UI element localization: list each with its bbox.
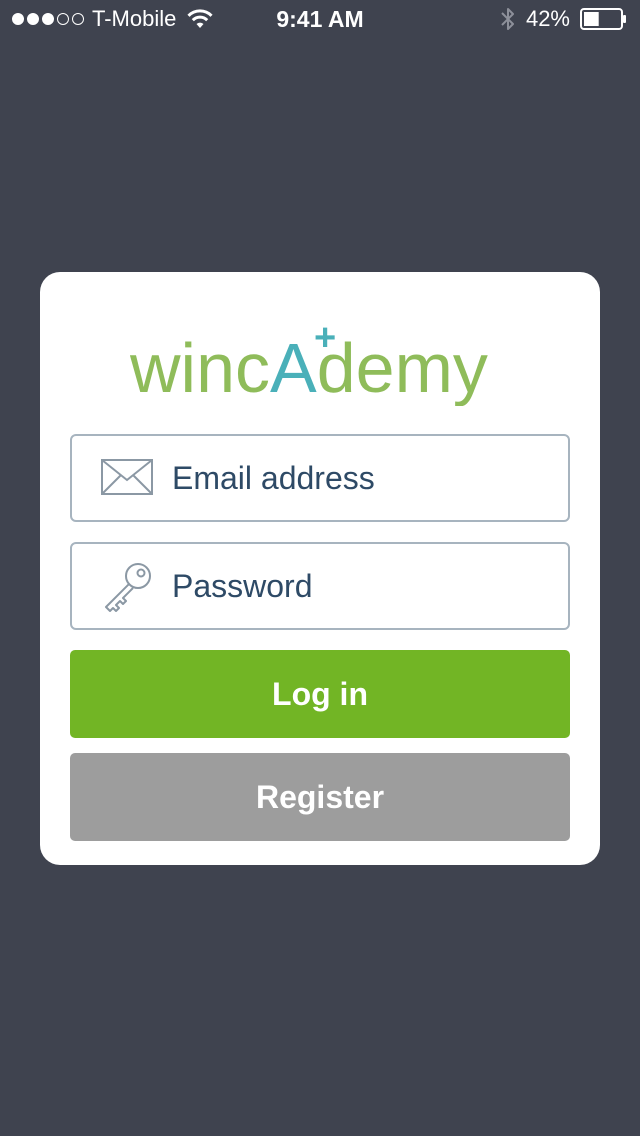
login-button[interactable]: Log in: [70, 650, 570, 738]
login-screen: T-Mobile 9:41 AM 42% wincAdemy + Email a…: [0, 0, 640, 1136]
logo-part-winc: winc: [130, 329, 270, 406]
envelope-icon: [101, 459, 153, 495]
password-input[interactable]: [172, 544, 556, 628]
key-icon: [105, 563, 151, 612]
status-bar: T-Mobile 9:41 AM 42%: [0, 0, 640, 40]
logo-text: wincAdemy: [130, 329, 488, 406]
logo-plus: +: [314, 320, 336, 359]
logo-part-a: A: [270, 329, 317, 406]
wincademy-logo: wincAdemy +: [130, 320, 488, 406]
logo-part-demy: demy: [317, 329, 488, 406]
password-field[interactable]: [70, 542, 570, 630]
email-input[interactable]: [172, 436, 556, 520]
bluetooth-icon: [501, 8, 514, 30]
battery-percent: 42%: [525, 6, 570, 31]
register-button[interactable]: Register: [70, 753, 570, 841]
email-field[interactable]: [70, 434, 570, 522]
status-right: 42%: [500, 6, 628, 32]
login-card: wincAdemy + Log in Register: [40, 272, 600, 865]
battery-icon: [580, 8, 626, 30]
